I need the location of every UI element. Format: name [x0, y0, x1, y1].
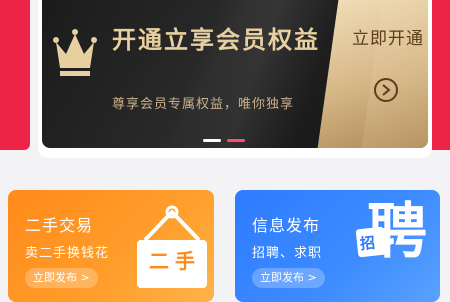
- card-title: 信息发布: [252, 216, 321, 235]
- carousel-dot[interactable]: [203, 139, 221, 142]
- crown-icon: [53, 29, 97, 76]
- banner-subtitle: 尊享会员专属权益，唯你独享: [112, 97, 295, 112]
- header-red-left: [0, 0, 30, 150]
- publish-button[interactable]: 立即发布 >: [252, 268, 325, 288]
- recruit-badge-char: 招: [359, 233, 377, 254]
- card-subtitle: 卖二手换钱花: [25, 246, 110, 261]
- banner-title: 开通立享会员权益: [112, 26, 320, 54]
- publish-button[interactable]: 立即发布 >: [25, 268, 98, 288]
- membership-banner[interactable]: 开通立享会员权益 尊享会员专属权益，唯你独享 立即开通: [42, 0, 428, 148]
- carousel-dot-active[interactable]: [227, 139, 245, 142]
- info-publish-card[interactable]: 信息发布 招聘、求职 立即发布 > 聘 招: [235, 190, 440, 302]
- banner-gold-panel: [350, 0, 428, 148]
- card-subtitle: 招聘、求职: [252, 246, 323, 261]
- recruit-badge: 招: [355, 226, 387, 258]
- arrow-right-icon[interactable]: [374, 78, 398, 102]
- join-now-label[interactable]: 立即开通: [352, 24, 423, 49]
- secondhand-trade-card[interactable]: 二手交易 卖二手换钱花 立即发布 > 二手: [8, 190, 214, 302]
- card-title: 二手交易: [25, 216, 94, 235]
- sign-text: 二手: [149, 249, 201, 273]
